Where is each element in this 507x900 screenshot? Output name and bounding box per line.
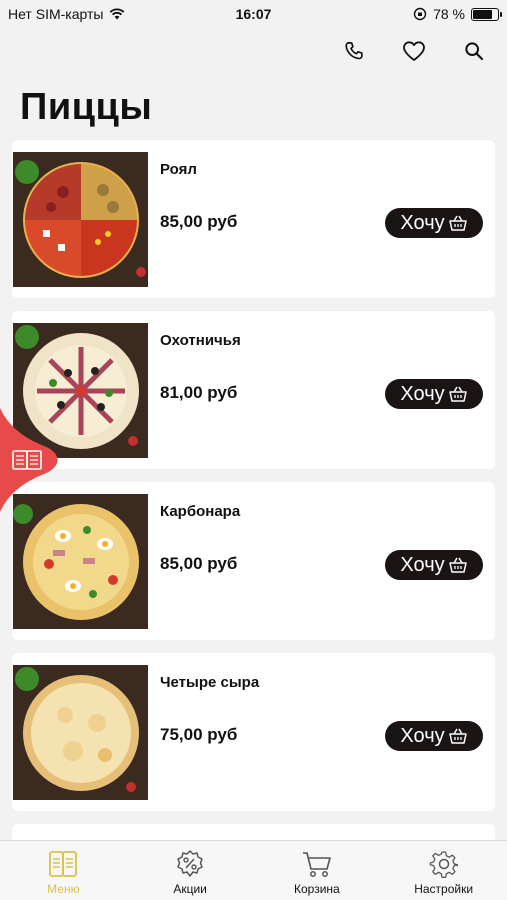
product-name[interactable]: Роял	[160, 161, 197, 178]
want-button[interactable]: Хочу	[385, 550, 483, 580]
product-name[interactable]: Охотничья	[160, 332, 241, 349]
tab-menu[interactable]: Меню	[0, 841, 127, 900]
product-card[interactable]: Четыре сыра 75,00 руб Хочу	[12, 653, 495, 811]
phone-icon[interactable]	[339, 36, 369, 66]
menu-book-icon	[49, 851, 78, 877]
battery-level	[473, 9, 492, 19]
gear-icon	[429, 851, 458, 878]
tab-label: Акции	[173, 882, 207, 896]
status-right: 78 %	[413, 6, 502, 22]
product-image[interactable]	[13, 494, 148, 629]
battery-label: 78 %	[433, 6, 465, 22]
discount-icon	[177, 850, 203, 877]
product-name[interactable]: Карбонара	[160, 503, 240, 520]
product-image[interactable]	[13, 152, 148, 287]
want-button[interactable]: Хочу	[385, 379, 483, 409]
basket-icon	[448, 728, 467, 744]
product-card[interactable]: Роял 85,00 руб Хочу	[12, 140, 495, 298]
product-price: 81,00 руб	[160, 383, 238, 402]
product-card[interactable]: Карбонара 85,00 руб Хочу	[12, 482, 495, 640]
basket-icon	[448, 386, 467, 402]
product-image[interactable]	[13, 665, 148, 800]
battery-icon	[471, 7, 502, 21]
side-menu-tab[interactable]	[0, 408, 62, 512]
want-button-label: Хочу	[400, 553, 445, 576]
tab-promotions[interactable]: Акции	[127, 841, 254, 900]
page-title: Пиццы	[20, 86, 153, 128]
tab-settings[interactable]: Настройки	[380, 841, 507, 900]
want-button-label: Хочу	[400, 211, 445, 234]
product-list: Роял 85,00 руб Хочу Охотничья 81,00 руб …	[12, 140, 495, 844]
want-button[interactable]: Хочу	[385, 721, 483, 751]
orientation-lock-icon	[413, 7, 427, 21]
product-card[interactable]: Охотничья 81,00 руб Хочу	[12, 311, 495, 469]
status-bar: Нет SIM-карты 16:07 78 %	[0, 0, 507, 28]
product-price: 75,00 руб	[160, 725, 238, 744]
tab-label: Корзина	[294, 882, 340, 896]
cart-icon	[302, 852, 331, 877]
tab-label: Меню	[47, 882, 80, 896]
basket-icon	[448, 215, 467, 231]
tab-label: Настройки	[414, 882, 474, 896]
want-button[interactable]: Хочу	[385, 208, 483, 238]
tab-cart[interactable]: Корзина	[254, 841, 381, 900]
product-price: 85,00 руб	[160, 554, 238, 573]
header-actions	[339, 36, 489, 66]
search-icon[interactable]	[459, 36, 489, 66]
product-name[interactable]: Четыре сыра	[160, 674, 259, 691]
heart-icon[interactable]	[399, 36, 429, 66]
basket-icon	[448, 557, 467, 573]
product-price: 85,00 руб	[160, 212, 238, 231]
want-button-label: Хочу	[400, 724, 445, 747]
want-button-label: Хочу	[400, 382, 445, 405]
tab-bar: Меню Акции Корзина Настройки	[0, 840, 507, 900]
